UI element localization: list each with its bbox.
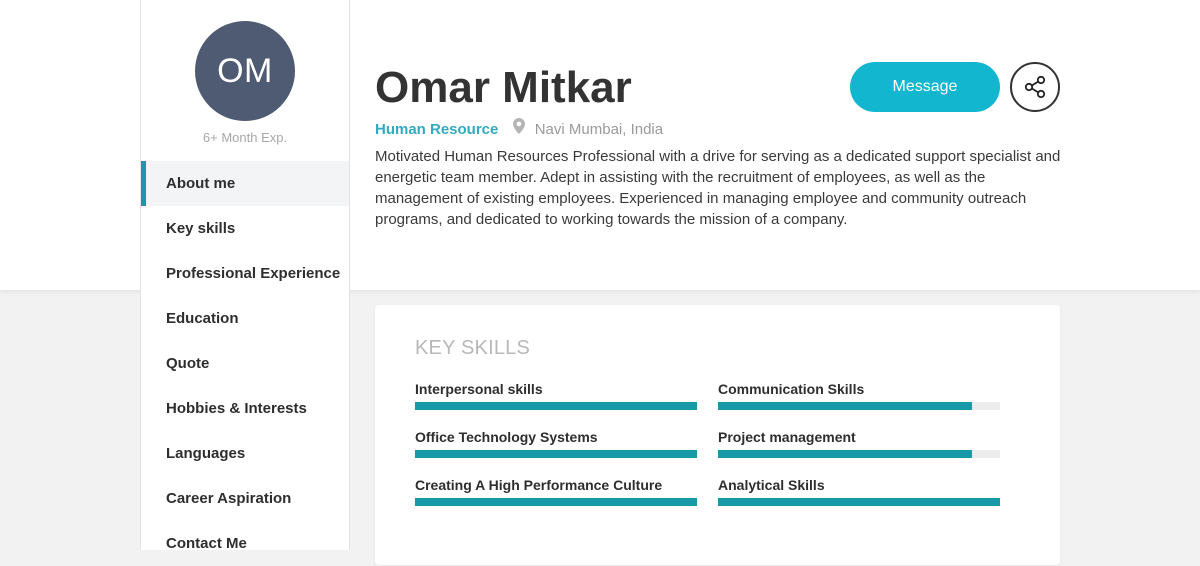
sidebar-item-career-aspiration[interactable]: Career Aspiration	[141, 476, 349, 521]
profile-role: Human Resource	[375, 121, 499, 138]
sidebar-nav: About me Key skills Professional Experie…	[141, 161, 349, 566]
sidebar-item-contact-me[interactable]: Contact Me	[141, 521, 349, 566]
avatar: OM	[195, 21, 295, 121]
share-button[interactable]	[1010, 62, 1060, 112]
skill-bar-fill	[718, 498, 1000, 506]
key-skills-title: KEY SKILLS	[415, 337, 531, 359]
key-skills-card: KEY SKILLS Interpersonal skills Communic…	[375, 305, 1060, 565]
skill-bar-track	[415, 402, 697, 410]
skill-label: Analytical Skills	[718, 477, 825, 493]
sidebar-item-about-me[interactable]: About me	[141, 161, 349, 206]
profile-name: Omar Mitkar	[375, 63, 632, 112]
skill-label: Creating A High Performance Culture	[415, 477, 663, 493]
skill-item: Interpersonal skills	[415, 380, 698, 410]
sidebar-item-education[interactable]: Education	[141, 296, 349, 341]
skill-bar-track	[415, 450, 697, 458]
skill-label: Office Technology Systems	[415, 429, 598, 445]
skill-bar-track	[718, 450, 1000, 458]
skill-bar-track	[415, 498, 697, 506]
share-icon	[1012, 75, 1058, 99]
location-pin-icon	[512, 117, 525, 140]
sidebar-item-key-skills[interactable]: Key skills	[141, 206, 349, 251]
profile-bio: Motivated Human Resources Professional w…	[375, 148, 1061, 228]
sidebar: OM 6+ Month Exp. About me Key skills Pro…	[140, 0, 350, 552]
skill-label: Interpersonal skills	[415, 381, 543, 397]
skill-bar-fill	[718, 450, 972, 458]
profile-meta: Human Resource Navi Mumbai, India	[375, 117, 664, 140]
skill-item: Office Technology Systems	[415, 428, 698, 458]
skill-bar-fill	[415, 498, 697, 506]
skill-bar-fill	[415, 450, 697, 458]
skill-item: Creating A High Performance Culture	[415, 476, 698, 506]
skill-item: Analytical Skills	[718, 476, 1001, 506]
profile-location: Navi Mumbai, India	[534, 121, 664, 138]
skill-label: Project management	[718, 429, 856, 445]
skill-item: Communication Skills	[718, 380, 1001, 410]
sidebar-item-languages[interactable]: Languages	[141, 431, 349, 476]
experience-label: 6+ Month Exp.	[202, 130, 288, 145]
sidebar-item-hobbies-interests[interactable]: Hobbies & Interests	[141, 386, 349, 431]
skill-bar-track	[718, 498, 1000, 506]
skill-item: Project management	[718, 428, 1001, 458]
skill-label: Communication Skills	[718, 381, 865, 397]
message-button[interactable]: Message	[850, 62, 1000, 112]
skill-bar-fill	[415, 402, 697, 410]
skill-bar-track	[718, 402, 1000, 410]
sidebar-item-quote[interactable]: Quote	[141, 341, 349, 386]
sidebar-item-professional-experience[interactable]: Professional Experience	[141, 251, 349, 296]
skill-bar-fill	[718, 402, 972, 410]
